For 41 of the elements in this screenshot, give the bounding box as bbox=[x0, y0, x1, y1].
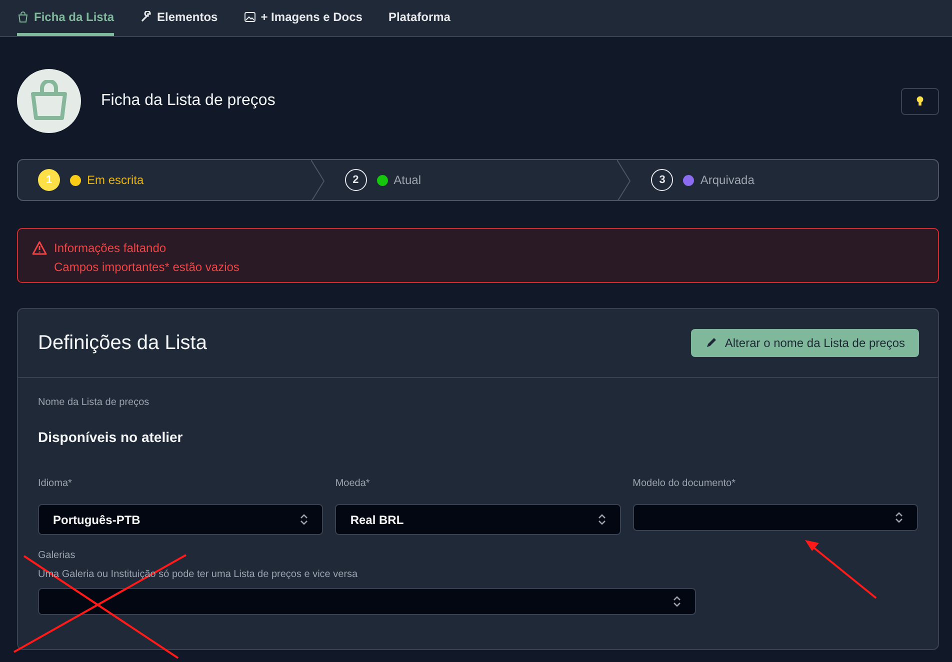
step-label: Arquivada bbox=[700, 173, 754, 187]
bag-icon bbox=[17, 10, 29, 22]
select-field[interactable] bbox=[38, 588, 696, 615]
nav-tab[interactable]: Elementos bbox=[140, 0, 218, 36]
rename-button[interactable]: Alterar o nome da Lista de preços bbox=[690, 329, 919, 357]
status-step[interactable]: 1 Em escrita bbox=[18, 160, 325, 200]
sort-icon bbox=[895, 512, 903, 523]
wrench-icon bbox=[140, 10, 152, 22]
select-field[interactable]: Português-PTB bbox=[38, 504, 324, 535]
alert-message: Campos importantes* estão vazios bbox=[54, 260, 240, 274]
step-number: 3 bbox=[651, 169, 674, 191]
arrow bbox=[805, 540, 877, 599]
sort-icon bbox=[598, 514, 606, 525]
select-field[interactable] bbox=[632, 504, 918, 531]
lightbulb-icon bbox=[916, 96, 924, 106]
tip-button[interactable] bbox=[901, 88, 939, 114]
nav-tab[interactable]: + Imagens e Docs bbox=[244, 0, 362, 36]
field-label: Moeda* bbox=[335, 478, 371, 489]
list-name: Disponíveis no atelier bbox=[38, 429, 184, 445]
nav-tab[interactable]: Plataforma bbox=[388, 0, 450, 36]
field-label: Modelo do documento* bbox=[632, 478, 737, 489]
card-title: Definições da Lista bbox=[38, 332, 207, 354]
field-label: Nome da Lista de preços bbox=[38, 397, 150, 408]
step-label: Em escrita bbox=[87, 173, 144, 187]
pencil-icon bbox=[704, 337, 717, 349]
bag-icon bbox=[29, 80, 69, 122]
image-icon bbox=[244, 10, 256, 22]
select-field[interactable]: Real BRL bbox=[335, 504, 621, 535]
field-label: Idioma* bbox=[38, 478, 73, 489]
page-title: Ficha da Lista de preços bbox=[101, 92, 276, 110]
status-step[interactable]: 3 Arquivada bbox=[631, 160, 938, 200]
nav-tab[interactable]: Ficha da Lista bbox=[17, 0, 114, 36]
status-step[interactable]: 2 Atual bbox=[324, 160, 632, 200]
sort-icon bbox=[673, 596, 681, 607]
step-number: 1 bbox=[38, 169, 60, 191]
sort-icon bbox=[300, 514, 308, 525]
field-label: Galerias bbox=[38, 550, 76, 561]
alert-title: Informações faltando bbox=[54, 241, 168, 255]
warning-icon bbox=[32, 241, 47, 255]
step-number: 2 bbox=[344, 169, 367, 191]
step-label: Atual bbox=[394, 173, 422, 187]
